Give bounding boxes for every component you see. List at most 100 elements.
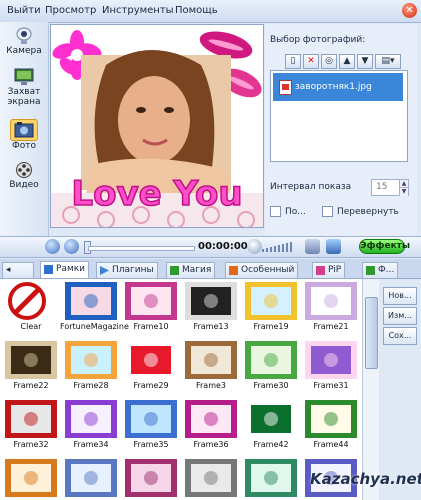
spin-down-icon[interactable]: ▼ — [399, 187, 408, 196]
pause-button[interactable] — [45, 239, 60, 254]
gallery-item-label: Frame22 — [13, 381, 49, 390]
screen-capture-icon — [11, 67, 37, 87]
preview-image: Love You — [51, 25, 263, 227]
tool-camera[interactable]: Камера — [2, 26, 46, 56]
seek-slider[interactable] — [88, 246, 195, 251]
gallery-item-label: Frame29 — [133, 381, 169, 390]
frame-thumbnail — [65, 400, 117, 438]
category-tabs: ◂ Рамки Плагины Магия Особенный PiP Ф... — [0, 259, 421, 279]
frame-thumbnail — [245, 400, 297, 438]
move-up-icon[interactable]: ▲ — [339, 54, 355, 69]
gallery-item-label: Frame44 — [313, 440, 349, 449]
clear-frame-icon — [5, 282, 57, 320]
tab-magic[interactable]: Магия — [166, 262, 216, 278]
photo-file-list[interactable]: заворотняк1.jpg — [270, 70, 408, 162]
checkbox-1-box[interactable] — [270, 206, 281, 217]
close-icon[interactable]: ✕ — [402, 3, 417, 18]
delete-icon[interactable]: ✕ — [303, 54, 319, 69]
gallery-item-label: Frame42 — [253, 440, 289, 449]
frame-thumbnail — [5, 459, 57, 497]
figure-icon[interactable] — [326, 239, 341, 254]
gallery-item-label: Clear — [20, 322, 42, 331]
tab-special[interactable]: Особенный — [225, 262, 299, 278]
pip-icon — [316, 266, 325, 275]
frame-thumbnail — [185, 459, 237, 497]
menu-tools[interactable]: Инструменты — [102, 5, 174, 16]
tab-effects[interactable]: Ф... — [362, 262, 399, 278]
menu-bar: Выйти Просмотр Инструменты Помощь ✕ — [0, 0, 421, 23]
flip-checkbox-label: Перевернуть — [337, 207, 399, 217]
menu-exit[interactable]: Выйти — [7, 5, 41, 16]
love-you-text: Love You — [71, 174, 242, 214]
edit-frame-button[interactable]: Изм... — [383, 307, 417, 325]
camera-icon — [11, 26, 37, 46]
frame-thumbnail — [185, 400, 237, 438]
save-frame-button[interactable]: Сох... — [383, 327, 417, 345]
tab-special-label: Особенный — [241, 265, 295, 275]
gallery-item-label: Frame21 — [313, 322, 349, 331]
tool-photo[interactable]: Фото — [2, 119, 46, 151]
volume-slider[interactable] — [262, 241, 292, 252]
tab-scroll-left[interactable]: ◂ — [2, 262, 34, 278]
effects-button[interactable]: Эффекты — [359, 239, 410, 254]
frame-thumbnail — [245, 282, 297, 320]
frame-thumbnail — [305, 282, 357, 320]
settings-icon[interactable] — [305, 239, 320, 254]
face — [118, 76, 190, 164]
tab-pip-label: PiP — [328, 265, 342, 275]
gallery-item-label: Frame19 — [253, 322, 289, 331]
frame-thumbnail — [125, 459, 177, 497]
open-menu-icon[interactable]: ▤▾ — [375, 54, 401, 69]
tool-screen-capture[interactable]: Захват экрана — [2, 67, 46, 107]
tab-plugins[interactable]: Плагины — [96, 262, 158, 278]
frame-actions: Нов... Изм... Сох... — [379, 279, 421, 500]
frame-thumbnail — [245, 341, 297, 379]
plugins-icon — [100, 266, 109, 275]
gallery-item-label: Frame31 — [313, 381, 349, 390]
menu-help[interactable]: Помощь — [175, 5, 218, 16]
tab-pip[interactable]: PiP — [312, 262, 346, 278]
frame-thumbnail — [65, 341, 117, 379]
tab-plugins-label: Плагины — [112, 265, 154, 275]
checkbox-1-label: По... — [285, 207, 306, 217]
preview-canvas[interactable]: Love You — [50, 24, 264, 228]
page-icon[interactable]: ▯ — [285, 54, 301, 69]
frame-thumbnail — [5, 341, 57, 379]
tab-frames[interactable]: Рамки — [40, 261, 90, 278]
playback-bar: 00:00:00 Эффекты — [0, 236, 421, 258]
menu-view[interactable]: Просмотр — [45, 5, 96, 16]
gallery-scrollbar[interactable] — [362, 279, 379, 500]
frames-gallery: Clear FortuneMagazine Frame10 Frame13 Frame1… — [0, 279, 379, 500]
time-display: 00:00:00 — [198, 241, 248, 252]
frame-thumbnail — [125, 400, 177, 438]
watermark: Kazachya.net — [310, 470, 421, 488]
gallery-item-label: Frame10 — [133, 322, 169, 331]
effects-tab-icon — [366, 266, 375, 275]
frame-thumbnail — [125, 341, 177, 379]
scrollbar-thumb[interactable] — [365, 297, 378, 369]
magic-icon — [170, 266, 179, 275]
frame-thumbnail — [65, 282, 117, 320]
move-down-icon[interactable]: ▼ — [357, 54, 373, 69]
gallery-item-label: FortuneMagazine — [60, 322, 129, 331]
image-file-icon — [279, 80, 292, 95]
gallery-item-label: Frame30 — [253, 381, 289, 390]
new-frame-button[interactable]: Нов... — [383, 287, 417, 305]
flip-checkbox[interactable]: Перевернуть — [322, 206, 399, 217]
flip-checkbox-box[interactable] — [322, 206, 333, 217]
speaker-icon[interactable] — [247, 239, 262, 254]
gallery-item-label: Frame28 — [73, 381, 109, 390]
frame-thumbnail — [245, 459, 297, 497]
gallery-item-label: Frame35 — [133, 440, 169, 449]
interval-spinner[interactable]: 15 ▲ ▼ — [371, 179, 409, 196]
file-item[interactable]: заворотняк1.jpg — [273, 73, 403, 101]
gallery-item-label: Frame34 — [73, 440, 109, 449]
stop-button[interactable] — [64, 239, 79, 254]
tab-effects-label: Ф... — [378, 265, 395, 275]
checkbox-1[interactable]: По... — [270, 206, 306, 217]
refresh-icon[interactable]: ◎ — [321, 54, 337, 69]
tool-video[interactable]: Видео — [2, 160, 46, 190]
photo-selection-title: Выбор фотографий: — [270, 35, 366, 45]
tool-photo-label: Фото — [11, 141, 36, 151]
frame-thumbnail — [65, 459, 117, 497]
